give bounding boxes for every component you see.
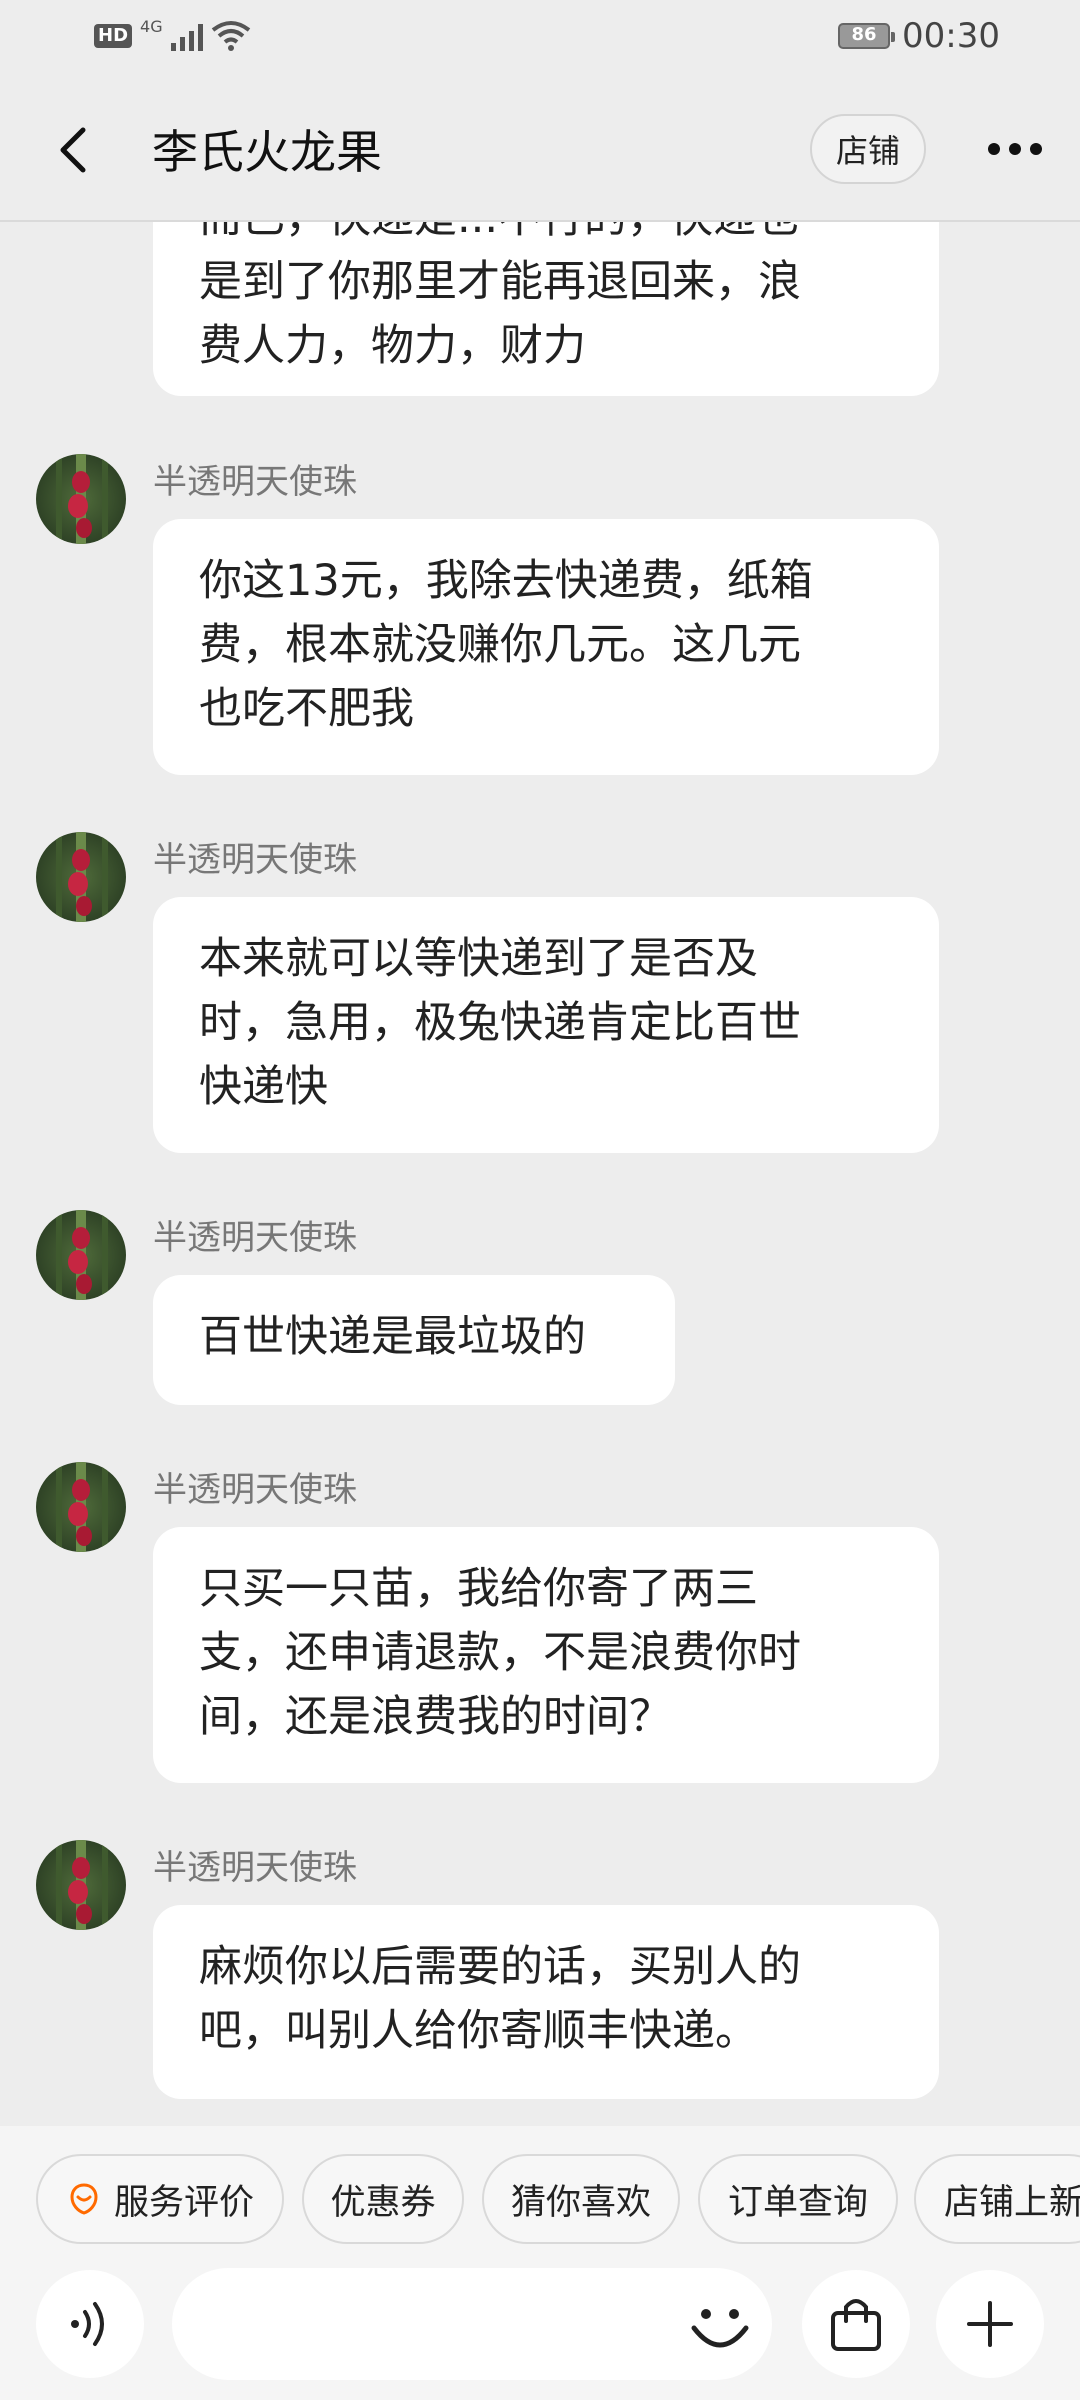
message-line: 吧，叫别人给你寄顺丰快递。	[199, 2006, 758, 2056]
message-bubble[interactable]: 你这13元，我除去快递费，纸箱 费，根本就没赚你几元。这几元 也吃不肥我	[153, 519, 939, 775]
message-line: 麻烦你以后需要的话，买别人的	[199, 1942, 801, 1992]
status-left: HD 4G	[94, 16, 251, 52]
sender-name: 半透明天使珠	[153, 1470, 357, 1510]
message-list[interactable]: 而已，快递是...不行的，快递也 是到了你那里才能再退回来，浪 费人力，物力，财…	[0, 222, 1080, 2126]
signal-icon	[170, 21, 203, 51]
sender-name: 半透明天使珠	[153, 1848, 357, 1888]
status-right: 86 00:30	[838, 16, 1000, 56]
sender-name: 半透明天使珠	[153, 1218, 357, 1258]
wifi-icon	[211, 21, 250, 51]
shop-button[interactable]: 店铺	[810, 114, 926, 184]
chat-header: 李氏火龙果 店铺	[0, 80, 1080, 222]
sender-name: 半透明天使珠	[153, 840, 357, 880]
shopping-bag-icon	[831, 2299, 881, 2351]
chip-label: 店铺上新	[944, 2182, 1080, 2223]
message-line: 快递快	[199, 1062, 328, 1112]
message-line: 时，急用，极兔快递肯定比百世	[199, 998, 801, 1048]
chevron-left-icon	[60, 127, 86, 173]
avatar[interactable]	[36, 1462, 126, 1552]
chip-label: 服务评价	[113, 2182, 254, 2223]
chip-label: 猜你喜欢	[510, 2182, 651, 2223]
sender-name: 半透明天使珠	[153, 462, 357, 502]
avatar[interactable]	[36, 1840, 126, 1930]
chip-label: 订单查询	[727, 2182, 868, 2223]
message-line: 支，还申请退款，不是浪费你时	[199, 1628, 801, 1678]
add-button[interactable]	[936, 2270, 1044, 2378]
chip-coupon[interactable]: 优惠券	[302, 2154, 464, 2244]
hd-badge: HD	[94, 24, 133, 48]
back-button[interactable]	[44, 122, 100, 178]
smiley-icon[interactable]	[684, 2290, 756, 2362]
message-line: 只买一只苗，我给你寄了两三	[199, 1564, 758, 1614]
status-bar: HD 4G 86 00:30	[0, 0, 1080, 80]
message-line: 而已，快递是...不行的，快递也	[199, 222, 893, 250]
message-line: 是到了你那里才能再退回来，浪	[199, 257, 801, 307]
clock: 00:30	[902, 16, 1000, 56]
network-type: 4G	[140, 16, 163, 36]
more-dots-icon[interactable]	[980, 124, 1050, 174]
avatar[interactable]	[36, 1210, 126, 1300]
message-bubble[interactable]: 而已，快递是...不行的，快递也 是到了你那里才能再退回来，浪 费人力，物力，财…	[153, 222, 939, 396]
message-line: 也吃不肥我	[199, 684, 414, 734]
message-line: 本来就可以等快递到了是否及	[199, 934, 758, 984]
message-bubble[interactable]: 百世快递是最垃圾的	[153, 1275, 675, 1405]
message-bubble[interactable]: 麻烦你以后需要的话，买别人的 吧，叫别人给你寄顺丰快递。	[153, 1905, 939, 2099]
message-line: 费人力，物力，财力	[199, 321, 586, 371]
message-line: 你这13元，我除去快递费，纸箱	[199, 556, 813, 606]
chip-recommend[interactable]: 猜你喜欢	[482, 2154, 680, 2244]
battery-icon: 86	[838, 23, 896, 49]
avatar[interactable]	[36, 454, 126, 544]
message-input[interactable]	[172, 2268, 772, 2380]
message-line: 间，还是浪费我的时间？	[199, 1692, 672, 1742]
chip-new-arrivals[interactable]: 店铺上新	[914, 2154, 1080, 2244]
avatar[interactable]	[36, 832, 126, 922]
bag-button[interactable]	[802, 2270, 910, 2378]
service-rating-icon	[70, 2183, 98, 2215]
voice-icon	[71, 2302, 104, 2346]
quick-actions-bar: 服务评价 优惠券 猜你喜欢 订单查询 店铺上新	[0, 2126, 1080, 2268]
message-line: 费，根本就没赚你几元。这几元	[199, 620, 801, 670]
voice-button[interactable]	[36, 2270, 144, 2378]
battery-level: 86	[851, 24, 877, 45]
message-bubble[interactable]: 只买一只苗，我给你寄了两三 支，还申请退款，不是浪费你时 间，还是浪费我的时间？	[153, 1527, 939, 1783]
chip-label: 优惠券	[330, 2182, 436, 2223]
plus-icon	[967, 2301, 1013, 2347]
message-bubble[interactable]: 本来就可以等快递到了是否及 时，急用，极兔快递肯定比百世 快递快	[153, 897, 939, 1153]
input-bar	[0, 2268, 1080, 2400]
chip-order-query[interactable]: 订单查询	[698, 2154, 898, 2244]
page-title: 李氏火龙果	[152, 125, 382, 179]
message-line: 百世快递是最垃圾的	[199, 1312, 586, 1362]
chip-service-rating[interactable]: 服务评价	[36, 2154, 284, 2244]
